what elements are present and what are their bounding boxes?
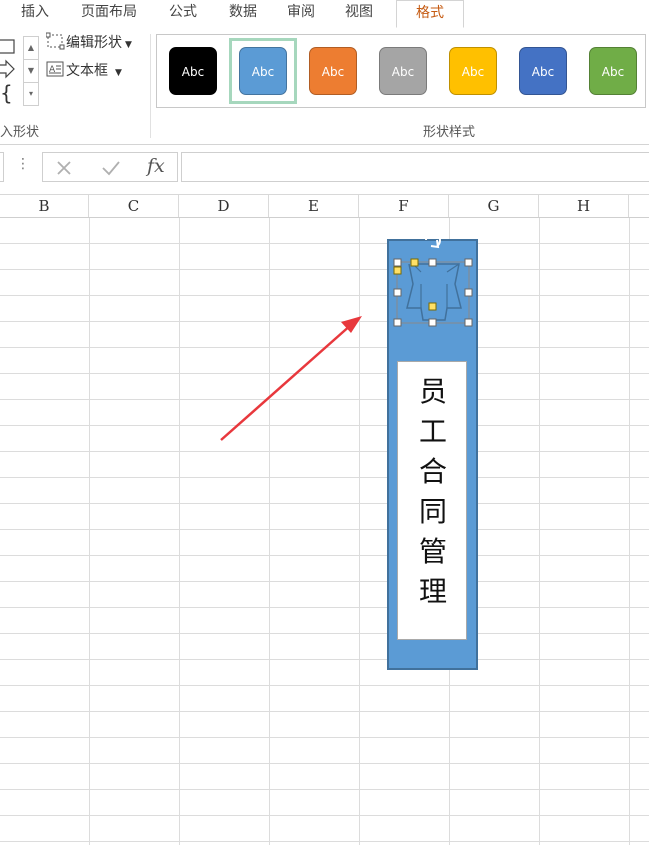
dropdown-caret-icon: ▼: [115, 68, 122, 78]
grid-lines: [0, 218, 649, 845]
textbox-icon: A: [46, 61, 64, 77]
textbox-button[interactable]: A 文本框 ▼: [46, 60, 122, 82]
label-char-5: 管: [418, 535, 447, 568]
gallery-more-icon[interactable]: ▾: [24, 83, 38, 105]
label-char-6: 理: [418, 575, 447, 608]
style-swatch-green[interactable]: Abc: [589, 47, 637, 95]
ribbon-banner-icon: [406, 263, 462, 321]
formula-bar: ⋮ fx: [0, 146, 649, 188]
style-swatch-gold[interactable]: Abc: [449, 47, 497, 95]
scroll-up-icon[interactable]: ▲: [24, 37, 38, 60]
scroll-down-icon[interactable]: ▼: [24, 60, 38, 83]
tab-data[interactable]: 数据: [218, 0, 268, 28]
ribbon-tab-bar: 插入 页面布局 公式 数据 审阅 视图 格式: [0, 0, 649, 29]
label-char-4: 同: [418, 495, 447, 528]
cancel-icon[interactable]: [55, 159, 73, 177]
edit-shape-label: 编辑形状: [66, 35, 122, 51]
tab-insert[interactable]: 插入: [10, 0, 60, 28]
textbox-label: 文本框: [66, 63, 108, 79]
style-swatch-orange[interactable]: Abc: [309, 47, 357, 95]
column-header-g[interactable]: G: [449, 195, 539, 217]
tab-format[interactable]: 格式: [396, 0, 464, 28]
column-header-b[interactable]: B: [0, 195, 89, 217]
arrow-shape-button[interactable]: [0, 58, 20, 80]
cell-grid[interactable]: [0, 218, 649, 845]
formula-input[interactable]: [181, 152, 649, 182]
label-text-box[interactable]: 员 工 合 同 管 理: [397, 361, 467, 640]
formula-buttons: fx: [42, 152, 178, 182]
ribbon-body: { ▲ ▼ ▾ 编辑形状 ▼ A 文本框 ▼ 入形状 Abc Abc Abc Abc…: [0, 28, 649, 145]
tab-review[interactable]: 审阅: [276, 0, 326, 28]
style-swatch-gray[interactable]: Abc: [379, 47, 427, 95]
style-swatch-blue[interactable]: Abc: [239, 47, 287, 95]
tab-formulas[interactable]: 公式: [158, 0, 208, 28]
label-char-1: 员: [418, 375, 447, 408]
rectangle-shape-icon: [0, 39, 15, 54]
brace-shape-icon[interactable]: {: [0, 80, 24, 106]
insert-shapes-group-label: 入形状: [0, 125, 40, 140]
edit-shape-icon: [45, 32, 65, 50]
column-header-h[interactable]: H: [539, 195, 629, 217]
enter-check-icon[interactable]: [101, 159, 121, 177]
shape-gallery-scroller: ▲ ▼ ▾: [23, 36, 39, 106]
shape-styles-gallery: Abc Abc Abc Abc Abc Abc Abc: [156, 34, 646, 108]
tab-page-layout[interactable]: 页面布局: [70, 0, 148, 28]
column-header-d[interactable]: D: [179, 195, 269, 217]
selected-banner-shape[interactable]: [385, 228, 481, 334]
name-box[interactable]: [0, 152, 4, 182]
label-char-2: 工: [418, 415, 447, 448]
dropdown-caret-icon: ▼: [125, 40, 132, 50]
column-header-c[interactable]: C: [89, 195, 179, 217]
style-swatch-dark-blue[interactable]: Abc: [519, 47, 567, 95]
right-arrow-shape-icon: [0, 59, 15, 79]
group-divider: [150, 34, 151, 138]
column-header-e[interactable]: E: [269, 195, 359, 217]
insert-function-icon[interactable]: fx: [147, 155, 165, 177]
label-char-3: 合: [418, 455, 447, 488]
shape-styles-group-label: 形状样式: [423, 125, 476, 140]
more-options-icon[interactable]: ⋮: [16, 156, 30, 172]
tab-view[interactable]: 视图: [334, 0, 384, 28]
edit-shape-button[interactable]: 编辑形状 ▼: [45, 32, 132, 54]
style-swatch-black[interactable]: Abc: [169, 47, 217, 95]
column-header-row: B C D E F G H: [0, 194, 649, 218]
column-header-f[interactable]: F: [359, 195, 449, 217]
